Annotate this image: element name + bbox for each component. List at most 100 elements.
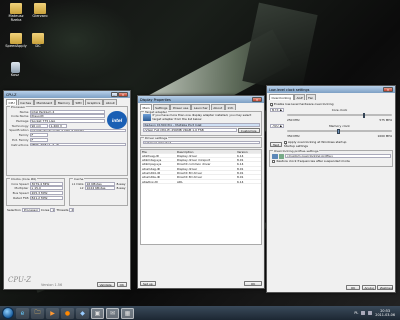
- display-titlebar[interactable]: Display Properties ✕: [138, 96, 264, 103]
- slider-thumb[interactable]: [362, 112, 366, 118]
- cancel-button[interactable]: Anuluj: [361, 285, 376, 290]
- tab-agp[interactable]: AGP: [294, 94, 306, 100]
- core-clock-input[interactable]: 675 ▲: [270, 108, 284, 112]
- selection-select[interactable]: Processor #1: [21, 208, 40, 212]
- target-adapter-group: Target adapter If you have more than one…: [140, 110, 262, 136]
- firefox-icon: ●: [64, 309, 71, 317]
- taskbar-app-ie[interactable]: e: [16, 307, 29, 319]
- startup-row: Test ✓Apply overclocking at Windows star…: [270, 140, 392, 148]
- group-label: Clocks (Core #0): [10, 177, 38, 181]
- tab-info[interactable]: Info: [225, 104, 236, 110]
- tab-spd[interactable]: SPD: [73, 99, 85, 105]
- desktop-icon-folder[interactable]: Gierzaro: [26, 3, 54, 19]
- memory-min: 350 MHz: [287, 134, 300, 138]
- group-label: Driver settings: [144, 135, 169, 140]
- window-title: Display Properties: [140, 97, 171, 102]
- clock[interactable]: 20:53 2011-03-06: [375, 309, 395, 317]
- volume-icon[interactable]: [368, 311, 373, 315]
- overclocking-titlebar[interactable]: Low-level clock settings ✕: [267, 86, 395, 93]
- tab-overclocking[interactable]: Overclocking: [269, 94, 294, 100]
- save-profile-icon[interactable]: [278, 153, 284, 159]
- cell-version: 8.01: [237, 171, 244, 176]
- setup-button[interactable]: Set up: [140, 281, 156, 286]
- customize-button[interactable]: Customize: [237, 127, 260, 133]
- close-button[interactable]: ✕: [252, 97, 262, 102]
- field-label: Code Name: [11, 114, 29, 119]
- desktop-icon-folder[interactable]: DC: [24, 33, 52, 49]
- ok-button[interactable]: OK: [244, 281, 262, 286]
- taskbar-app-cpuz[interactable]: ▣: [91, 307, 104, 319]
- cpuz-titlebar[interactable]: CPU-Z – ✕: [4, 91, 130, 98]
- cell-description: Display driver: [177, 166, 198, 171]
- clock-date: 2011-03-06: [375, 313, 395, 317]
- memory-clock-input[interactable]: 700 ▲: [270, 124, 284, 128]
- core-clock-label: Core clock: [331, 108, 348, 112]
- field-row: Family F: [9, 133, 126, 137]
- cpuz-footer: Version 1.56 Validate OK: [4, 280, 130, 289]
- enable-row[interactable]: ✓Enable low-level hardware overclocking: [270, 102, 392, 108]
- display-window[interactable]: Display Properties ✕ Main Settings Power…: [137, 95, 265, 289]
- field-label: L1 Data: [71, 181, 84, 186]
- tab-power-use[interactable]: Power use: [170, 104, 191, 110]
- enable-checkbox[interactable]: ✓: [270, 102, 274, 108]
- folder-icon: [34, 3, 46, 14]
- tab-graphics[interactable]: Graphics: [84, 99, 103, 105]
- clock-row: Core Speed 3079.4 MHz: [9, 182, 63, 186]
- system-tray: PL 20:53 2011-03-06: [354, 309, 398, 317]
- clocks-group: Clocks (Core #0) Core Speed 3079.4 MHz Mu…: [6, 177, 65, 206]
- overclocking-window[interactable]: Low-level clock settings ✕ Overclocking …: [266, 85, 396, 293]
- field-label: Bus Speed: [12, 191, 29, 196]
- restore-checkbox[interactable]: [271, 159, 275, 163]
- minimize-button[interactable]: –: [110, 92, 118, 97]
- language-indicator[interactable]: PL: [354, 311, 358, 315]
- ok-button[interactable]: OK: [116, 282, 127, 287]
- memory-clock-slider[interactable]: [287, 128, 392, 134]
- tab-fan[interactable]: Fan: [305, 94, 316, 100]
- start-button[interactable]: [2, 307, 14, 319]
- cores-value: 1: [50, 208, 56, 212]
- taskbar-app-5[interactable]: ◆: [76, 307, 89, 319]
- column-header[interactable]: File: [141, 150, 177, 154]
- tab-mainboard[interactable]: Mainboard: [34, 99, 55, 105]
- taskbar-app-media[interactable]: ▶: [46, 307, 59, 319]
- ok-button[interactable]: OK: [346, 285, 360, 290]
- test-button[interactable]: Test: [270, 141, 282, 147]
- adapter-select[interactable]: Radeon X1300 Pro - Multiple Port Inlet: [142, 123, 260, 128]
- taskbar-app-explorer[interactable]: 🗀: [31, 307, 44, 319]
- version-text: Version 1.56: [41, 282, 63, 287]
- cell-description: ADL: [177, 179, 183, 184]
- memory-max: 1000 MHz: [377, 134, 392, 138]
- taskbar-app-firefox[interactable]: ●: [61, 307, 74, 319]
- intro-text: If you have more than one display adapte…: [152, 113, 252, 121]
- startup-delay-label: Startup settings: [283, 144, 308, 148]
- clock-row: Rated FSB 821.2 MHz: [9, 196, 63, 200]
- desktop-icon-recycle-bin[interactable]: Kosz: [1, 62, 29, 78]
- cell-file: atiumd6a.dll: [142, 175, 161, 180]
- cell-version: 8.01: [237, 166, 244, 171]
- column-header[interactable]: Version: [237, 150, 261, 154]
- field-label: Family: [18, 133, 29, 138]
- column-header[interactable]: Description: [177, 150, 237, 154]
- slider-thumb[interactable]: [337, 128, 340, 134]
- close-button[interactable]: ✕: [118, 92, 128, 97]
- cores-label: Cores: [40, 208, 50, 212]
- field-row: Package Socket 775 LGA: [9, 119, 105, 123]
- apply-button[interactable]: Zastosuj: [377, 285, 393, 290]
- close-button[interactable]: ✕: [383, 87, 393, 92]
- tab-about[interactable]: About: [103, 99, 118, 105]
- driver-select[interactable]: Catalyst detected: [142, 140, 260, 145]
- taskbar-app-7[interactable]: ✉: [106, 307, 119, 319]
- tab-memory[interactable]: Memory: [55, 99, 73, 105]
- core-clock-slider[interactable]: [287, 112, 392, 118]
- validate-button[interactable]: Validate: [96, 282, 115, 287]
- network-icon[interactable]: [361, 311, 366, 315]
- tab-about[interactable]: About: [210, 104, 225, 110]
- cpuz-window[interactable]: CPU-Z – ✕ CPU Caches Mainboard Memory SP…: [3, 90, 131, 290]
- cell-description: Display driver: [177, 153, 198, 158]
- profile-icon: [271, 153, 278, 159]
- profile-select[interactable]: <Custom overclocking profile>: [284, 154, 391, 159]
- field-value: F: [29, 133, 48, 138]
- tab-launcher[interactable]: Launcher: [191, 104, 211, 110]
- taskbar-app-8[interactable]: ▦: [121, 307, 134, 319]
- cpuz-tabs: CPU Caches Mainboard Memory SPD Graphics…: [4, 98, 130, 105]
